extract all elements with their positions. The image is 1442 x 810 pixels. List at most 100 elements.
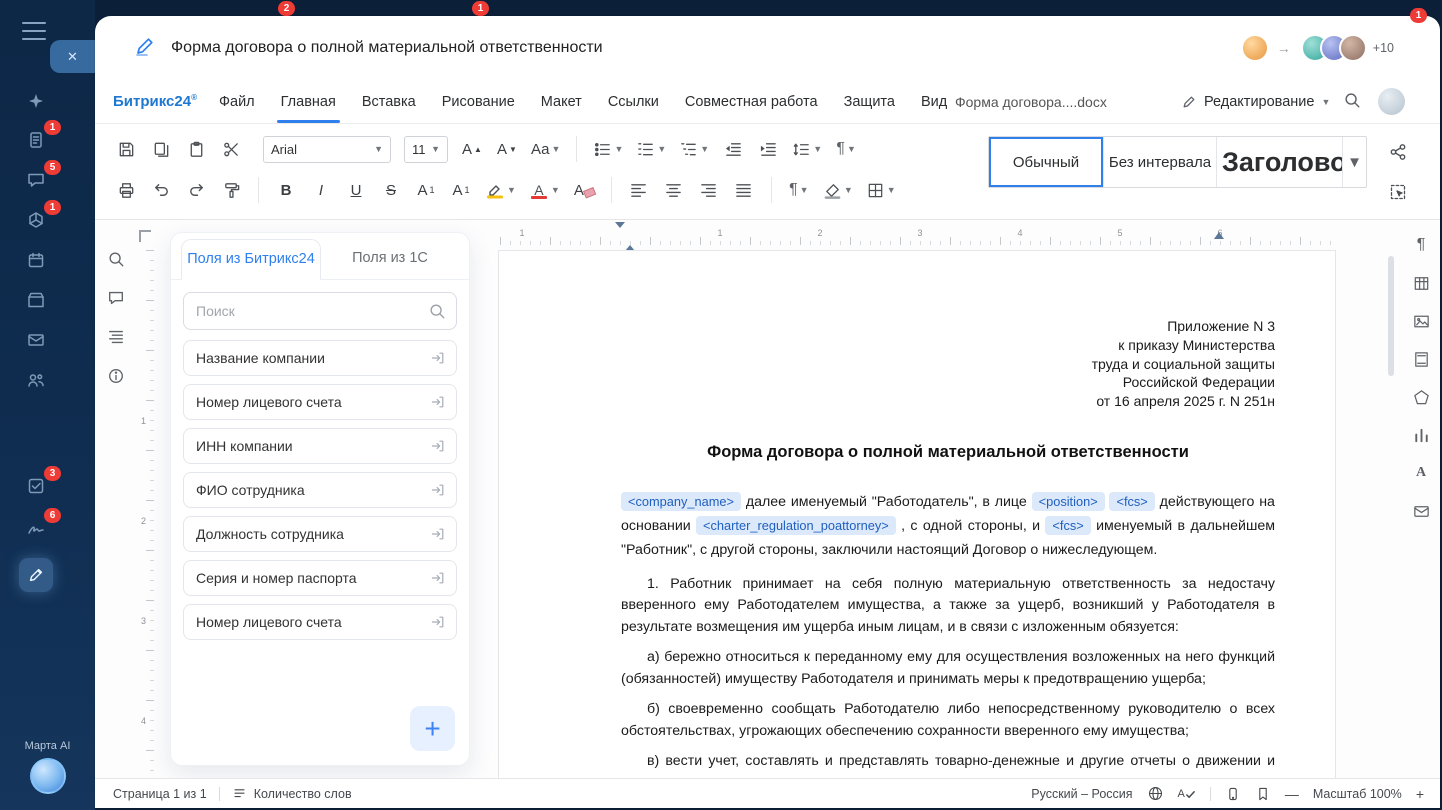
globe-icon[interactable]	[1147, 785, 1164, 802]
menu-references[interactable]: Ссылки	[608, 94, 659, 110]
mobile-view-icon[interactable]	[1225, 786, 1241, 802]
decrease-indent-icon[interactable]	[722, 135, 744, 163]
copy-icon[interactable]	[150, 135, 172, 163]
font-size-select[interactable]: 11▼	[404, 136, 448, 163]
align-right-icon[interactable]	[698, 176, 720, 204]
avatar[interactable]	[1241, 34, 1269, 62]
textart-settings-icon[interactable]: A	[1410, 462, 1432, 484]
style-no-spacing[interactable]: Без интервала	[1103, 137, 1216, 187]
image-settings-icon[interactable]	[1410, 310, 1432, 332]
change-case-select[interactable]: Аа▼	[531, 135, 560, 163]
menu-view[interactable]: Вид	[921, 94, 947, 110]
insert-field-icon[interactable]	[430, 526, 446, 542]
field-item[interactable]: Номер лицевого счета	[183, 384, 457, 420]
redo-icon[interactable]	[185, 176, 207, 204]
user-avatar[interactable]	[1378, 88, 1405, 115]
align-left-icon[interactable]	[628, 176, 650, 204]
menu-file[interactable]: Файл	[219, 94, 255, 110]
cut-icon[interactable]	[220, 135, 242, 163]
zoom-in-button[interactable]: +	[1416, 786, 1424, 802]
avatar[interactable]	[1339, 34, 1367, 62]
select-tool-icon[interactable]	[1388, 182, 1408, 207]
menu-collaboration[interactable]: Совместная работа	[685, 94, 818, 110]
more-collaborators[interactable]: +10	[1373, 41, 1394, 55]
field-item[interactable]: Название компании	[183, 340, 457, 376]
comments-icon[interactable]	[105, 287, 127, 309]
collapse-panel-button[interactable]: ✕	[50, 40, 95, 73]
line-spacing-icon[interactable]: ▼	[792, 135, 822, 163]
bold-button[interactable]: B	[275, 176, 297, 204]
nonprinting-chars-icon[interactable]: ¶▼	[788, 176, 810, 204]
style-heading[interactable]: Заголовок	[1216, 137, 1342, 187]
field-item[interactable]: ИНН компании	[183, 428, 457, 464]
strikethrough-button[interactable]: S	[380, 176, 402, 204]
subscript-button[interactable]: A1	[450, 176, 472, 204]
insert-field-icon[interactable]	[430, 350, 446, 366]
style-normal[interactable]: Обычный	[989, 137, 1103, 187]
calendar-icon[interactable]	[22, 246, 50, 274]
indent-marker[interactable]	[615, 228, 625, 243]
field-item[interactable]: ФИО сотрудника	[183, 472, 457, 508]
ruler-origin-icon[interactable]	[139, 230, 151, 242]
menu-insert[interactable]: Вставка	[362, 94, 416, 110]
navigation-icon[interactable]	[105, 326, 127, 348]
marta-ai-avatar[interactable]	[30, 758, 66, 794]
search-icon[interactable]	[105, 248, 127, 270]
menu-home[interactable]: Главная	[281, 94, 336, 110]
field-item[interactable]: Должность сотрудника	[183, 516, 457, 552]
bullets-icon[interactable]: ▼	[593, 135, 623, 163]
font-color-button[interactable]: А▼	[529, 176, 560, 204]
format-painter-icon[interactable]	[220, 176, 242, 204]
insert-field-icon[interactable]	[430, 482, 446, 498]
drive-icon[interactable]	[22, 286, 50, 314]
increase-font-icon[interactable]: А▲	[461, 135, 483, 163]
menu-protection[interactable]: Защита	[844, 94, 895, 110]
font-name-select[interactable]: Arial▼	[263, 136, 391, 163]
page-indicator[interactable]: Страница 1 из 1	[113, 787, 207, 801]
chart-settings-icon[interactable]	[1410, 424, 1432, 446]
fields-search-input[interactable]	[196, 303, 428, 319]
right-margin-marker[interactable]	[1214, 232, 1224, 239]
horizontal-ruler[interactable]: 1 1 2 3 4 5 6	[498, 228, 1338, 245]
field-chip-charter[interactable]: <charter_regulation_poattorney>	[696, 516, 896, 535]
superscript-button[interactable]: A1	[415, 176, 437, 204]
paragraph-settings-icon[interactable]: ¶	[1410, 234, 1432, 256]
clear-format-icon[interactable]: A	[573, 176, 595, 204]
contacts-icon[interactable]	[22, 366, 50, 394]
field-chip-fcs[interactable]: <fcs>	[1045, 516, 1090, 535]
zoom-out-button[interactable]: —	[1285, 786, 1299, 802]
save-icon[interactable]	[115, 135, 137, 163]
insert-field-icon[interactable]	[430, 438, 446, 454]
align-justify-icon[interactable]	[733, 176, 755, 204]
ai-icon[interactable]	[22, 88, 50, 116]
vertical-ruler[interactable]: 1 2 3 4	[139, 250, 154, 778]
field-chip-position[interactable]: <position>	[1032, 492, 1105, 511]
header-footer-settings-icon[interactable]	[1410, 348, 1432, 370]
mail-icon[interactable]	[22, 326, 50, 354]
decrease-font-icon[interactable]: А▼	[496, 135, 518, 163]
insert-field-icon[interactable]	[430, 614, 446, 630]
insert-field-icon[interactable]	[430, 394, 446, 410]
align-center-icon[interactable]	[663, 176, 685, 204]
spellcheck-icon[interactable]: A	[1178, 788, 1196, 800]
bookmark-icon[interactable]	[1255, 786, 1271, 802]
menu-draw[interactable]: Рисование	[442, 94, 515, 110]
vertical-scrollbar[interactable]	[1388, 256, 1394, 376]
italic-button[interactable]: I	[310, 176, 332, 204]
language-selector[interactable]: Русский – Россия	[1031, 787, 1132, 801]
styles-expand-button[interactable]: ▼	[1342, 137, 1366, 187]
paragraph-direction-icon[interactable]: ¶▼	[835, 135, 857, 163]
tab-1c-fields[interactable]: Поля из 1С	[321, 239, 459, 279]
increase-indent-icon[interactable]	[757, 135, 779, 163]
field-chip-fcs[interactable]: <fcs>	[1109, 492, 1154, 511]
paste-icon[interactable]	[185, 135, 207, 163]
document-editor-icon[interactable]	[19, 558, 53, 592]
underline-button[interactable]: U	[345, 176, 367, 204]
word-count-button[interactable]: Количество слов	[232, 786, 352, 801]
mail-merge-icon[interactable]	[1410, 500, 1432, 522]
multilevel-list-icon[interactable]: ▼	[679, 135, 709, 163]
menu-icon[interactable]	[22, 22, 46, 40]
table-settings-icon[interactable]	[1410, 272, 1432, 294]
info-icon[interactable]	[105, 365, 127, 387]
co-editing-icon[interactable]	[1388, 142, 1408, 167]
